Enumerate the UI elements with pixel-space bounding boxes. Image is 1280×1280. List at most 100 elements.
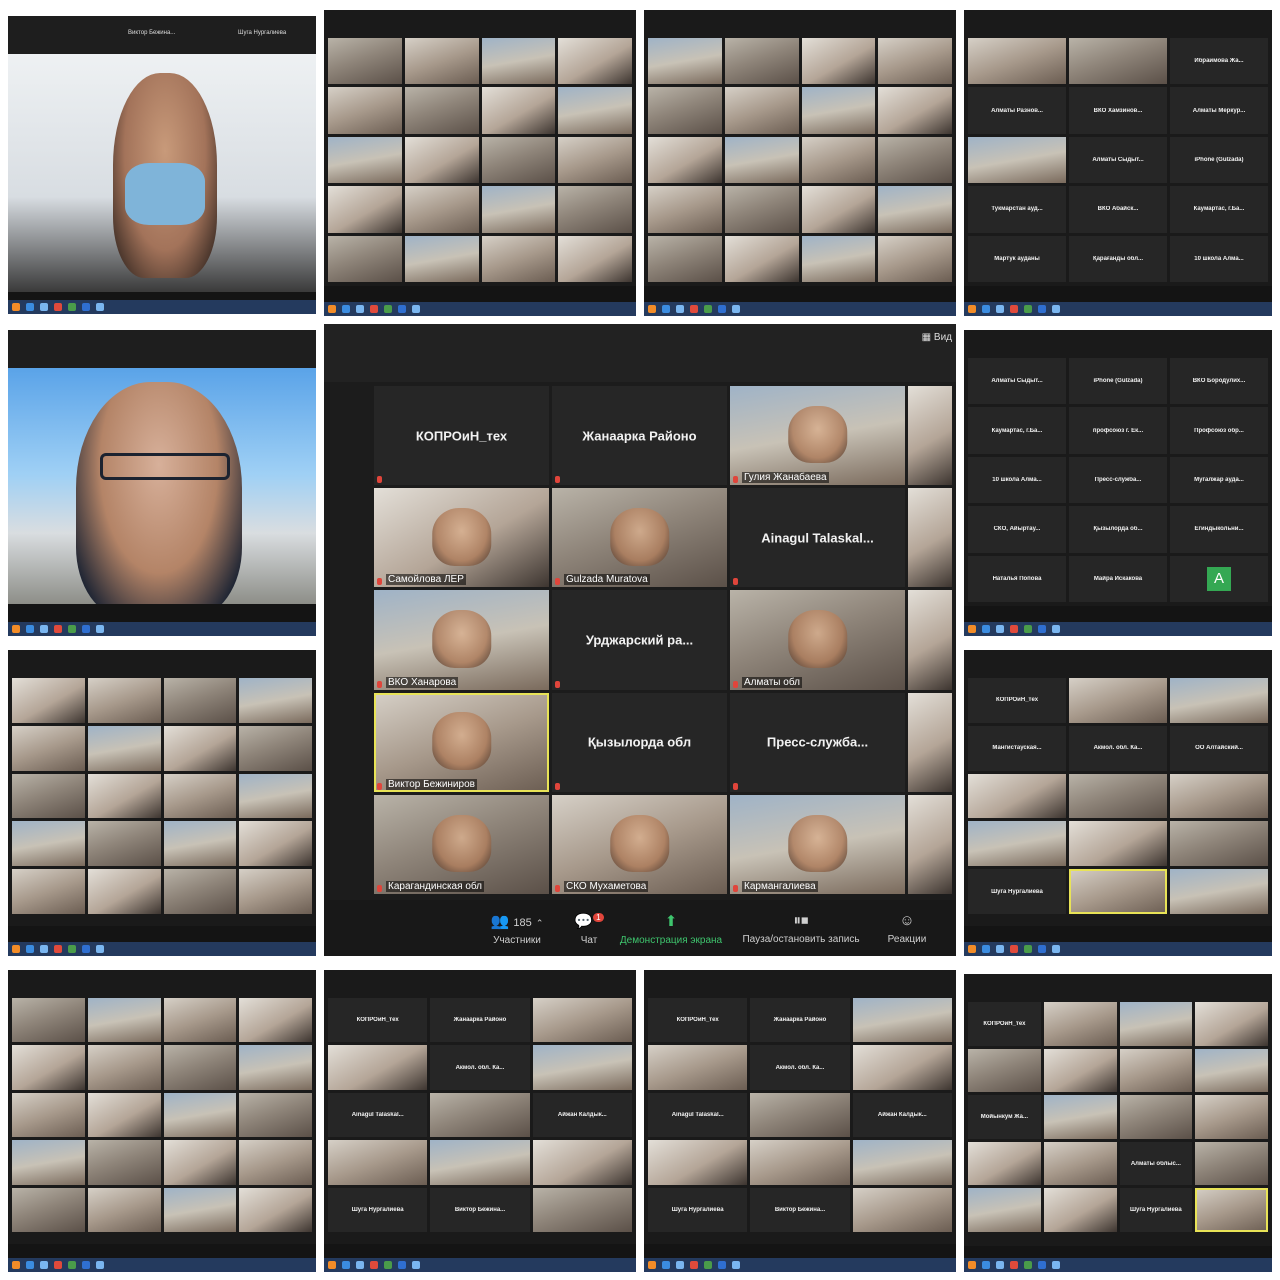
video-tile[interactable] bbox=[648, 136, 722, 184]
name-tile[interactable]: КОПРОиН_тех bbox=[648, 998, 748, 1043]
participants-button[interactable]: 👥 185 ⌃ Участники bbox=[472, 912, 562, 948]
video-tile[interactable] bbox=[404, 38, 479, 85]
name-tile[interactable]: Алматы Сыдыт... bbox=[968, 358, 1066, 405]
video-tile[interactable] bbox=[239, 773, 312, 819]
video-tile[interactable] bbox=[852, 1045, 952, 1090]
video-tile[interactable] bbox=[852, 1140, 952, 1185]
taskbar-app-icon[interactable] bbox=[398, 1261, 406, 1269]
video-tile[interactable] bbox=[724, 87, 799, 134]
taskbar-app-icon[interactable] bbox=[40, 1261, 48, 1269]
video-tile-partial[interactable] bbox=[908, 488, 952, 588]
name-tile[interactable]: Айжан Калдык... bbox=[852, 1092, 952, 1138]
video-tile[interactable] bbox=[239, 1092, 312, 1138]
video-tile[interactable] bbox=[532, 1045, 632, 1090]
taskbar-app-icon[interactable] bbox=[1010, 305, 1018, 313]
video-tile[interactable] bbox=[404, 186, 479, 233]
taskbar-app-icon[interactable] bbox=[648, 1261, 656, 1269]
video-tile[interactable] bbox=[239, 869, 312, 914]
taskbar-app-icon[interactable] bbox=[384, 1261, 392, 1269]
video-tile[interactable] bbox=[968, 136, 1066, 184]
name-tile[interactable]: ВКО Абайск... bbox=[1069, 186, 1167, 233]
name-tile[interactable]: Профсоюз обр... bbox=[1170, 407, 1268, 454]
name-tile[interactable]: Мангистауская... bbox=[968, 725, 1066, 771]
video-tile[interactable] bbox=[968, 1188, 1041, 1232]
name-tile[interactable]: Акмол. обл. Ка... bbox=[430, 1045, 530, 1090]
video-tile[interactable] bbox=[801, 136, 876, 184]
taskbar-app-icon[interactable] bbox=[82, 303, 90, 311]
video-tile[interactable] bbox=[750, 1140, 850, 1185]
taskbar-app-icon[interactable] bbox=[718, 1261, 726, 1269]
video-tile-active[interactable] bbox=[1069, 869, 1167, 914]
taskbar-app-icon[interactable] bbox=[26, 945, 34, 953]
taskbar-app-icon[interactable] bbox=[690, 1261, 698, 1269]
taskbar-app-icon[interactable] bbox=[96, 303, 104, 311]
video-tile[interactable] bbox=[163, 1140, 237, 1185]
taskbar-app-icon[interactable] bbox=[996, 305, 1004, 313]
name-tile[interactable]: Пресс-служба... bbox=[1069, 456, 1167, 504]
video-tile[interactable] bbox=[1069, 821, 1167, 867]
name-tile[interactable]: Шуга Нургалиева bbox=[328, 1187, 428, 1232]
video-tile[interactable]: Алматы обл bbox=[730, 590, 905, 690]
video-tile[interactable] bbox=[724, 235, 799, 282]
taskbar-app-icon[interactable] bbox=[1024, 625, 1032, 633]
reactions-button[interactable]: ☺ Реакции bbox=[872, 912, 942, 947]
video-tile[interactable]: Кармангалиева bbox=[730, 794, 905, 894]
video-tile[interactable] bbox=[163, 725, 237, 771]
video-tile[interactable] bbox=[558, 186, 632, 233]
taskbar-app-icon[interactable] bbox=[968, 625, 976, 633]
video-tile[interactable] bbox=[87, 821, 161, 867]
name-tile[interactable]: Алматы Сыдыт... bbox=[1069, 136, 1167, 184]
taskbar-app-icon[interactable] bbox=[68, 625, 76, 633]
video-tile[interactable] bbox=[1170, 773, 1268, 819]
video-tile[interactable] bbox=[12, 678, 85, 723]
name-tile[interactable]: ВКО Бородулих... bbox=[1170, 358, 1268, 405]
video-tile[interactable] bbox=[87, 1140, 161, 1185]
video-tile-partial[interactable] bbox=[908, 794, 952, 894]
video-tile[interactable] bbox=[648, 1140, 748, 1185]
video-tile[interactable] bbox=[968, 38, 1066, 85]
name-tile[interactable]: Пресс-служба... bbox=[730, 692, 905, 792]
video-tile[interactable] bbox=[12, 1187, 85, 1232]
video-tile[interactable] bbox=[1170, 678, 1268, 723]
video-tile[interactable] bbox=[801, 87, 876, 134]
video-tile[interactable] bbox=[404, 235, 479, 282]
name-tile[interactable]: Алматы облыс... bbox=[1119, 1141, 1193, 1186]
taskbar-app-icon[interactable] bbox=[1024, 1261, 1032, 1269]
video-tile[interactable] bbox=[648, 186, 722, 233]
taskbar-app-icon[interactable] bbox=[968, 945, 976, 953]
video-tile[interactable] bbox=[1043, 1188, 1117, 1232]
taskbar-app-icon[interactable] bbox=[982, 625, 990, 633]
video-tile[interactable] bbox=[724, 136, 799, 184]
video-tile[interactable] bbox=[12, 773, 85, 819]
name-tile[interactable]: Егиндыкольни... bbox=[1170, 506, 1268, 553]
name-tile[interactable]: Ainagul Talaskal... bbox=[648, 1092, 748, 1138]
share-screen-button[interactable]: ⬆ Демонстрация экрана bbox=[616, 912, 726, 948]
video-tile[interactable] bbox=[1119, 1048, 1193, 1093]
taskbar-app-icon[interactable] bbox=[342, 1261, 350, 1269]
video-tile[interactable] bbox=[878, 87, 952, 134]
video-tile[interactable] bbox=[163, 869, 237, 914]
taskbar-app-icon[interactable] bbox=[82, 945, 90, 953]
name-tile[interactable]: Каумартас, г.Ба... bbox=[968, 407, 1066, 454]
video-tile[interactable] bbox=[87, 725, 161, 771]
taskbar-app-icon[interactable] bbox=[412, 1261, 420, 1269]
video-tile[interactable] bbox=[558, 38, 632, 85]
taskbar-app-icon[interactable] bbox=[1010, 625, 1018, 633]
video-tile[interactable] bbox=[12, 1045, 85, 1090]
video-tile[interactable] bbox=[852, 1187, 952, 1232]
video-tile[interactable] bbox=[87, 869, 161, 914]
taskbar-app-icon[interactable] bbox=[982, 1261, 990, 1269]
video-tile[interactable] bbox=[328, 136, 402, 184]
taskbar-app-icon[interactable] bbox=[82, 1261, 90, 1269]
video-tile[interactable] bbox=[1195, 1141, 1268, 1186]
video-tile[interactable] bbox=[163, 821, 237, 867]
taskbar-app-icon[interactable] bbox=[12, 303, 20, 311]
taskbar-app-icon[interactable] bbox=[54, 1261, 62, 1269]
name-tile[interactable]: iPhone (Gulzada) bbox=[1069, 358, 1167, 405]
name-tile[interactable]: Мойынкум Жа... bbox=[968, 1095, 1041, 1139]
video-tile[interactable] bbox=[1069, 773, 1167, 819]
taskbar-app-icon[interactable] bbox=[982, 945, 990, 953]
name-tile[interactable]: Виктор Бежина... bbox=[750, 1187, 850, 1232]
name-tile[interactable]: Акмол. обл. Ка... bbox=[1069, 725, 1167, 771]
video-tile[interactable]: Карагандинская обл bbox=[374, 794, 549, 894]
